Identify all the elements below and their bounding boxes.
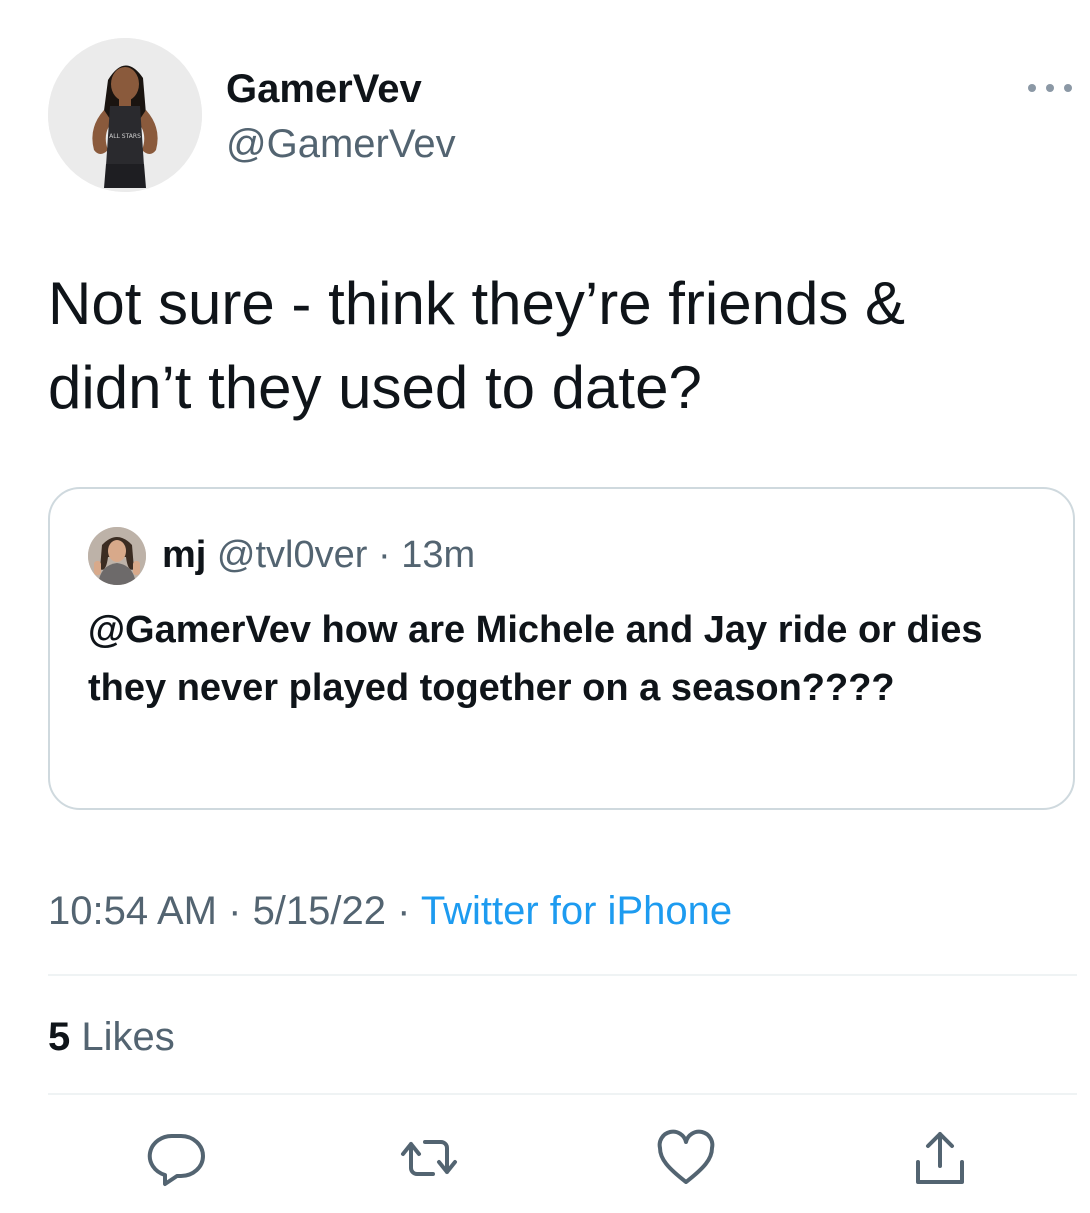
quoted-author-display-name[interactable]: mj (162, 534, 206, 576)
tweet-metadata: 10:54 AM · 5/15/22 · Twitter for iPhone (48, 886, 732, 936)
share-button[interactable] (910, 1128, 970, 1188)
quoted-tweet-header: mj @tvl0ver · 13m (162, 533, 475, 577)
quoted-header-separator: · (367, 534, 402, 576)
quoted-author-handle: @tvl0ver (216, 534, 368, 576)
quoted-tweet-card[interactable]: mj @tvl0ver · 13m @GamerVev how are Mich… (48, 487, 1075, 810)
tweet-source-link[interactable]: Twitter for iPhone (421, 889, 732, 933)
retweet-button[interactable] (399, 1128, 459, 1188)
like-icon (657, 1129, 715, 1184)
reply-icon (147, 1133, 205, 1186)
divider (48, 974, 1077, 976)
more-options-icon[interactable] (1024, 76, 1076, 100)
quoted-author-avatar[interactable] (88, 527, 146, 585)
meta-separator: · (386, 889, 421, 933)
retweet-icon (401, 1140, 457, 1176)
quoted-tweet-time: 13m (401, 534, 476, 576)
quoted-author-avatar-image (88, 527, 146, 585)
author-display-name[interactable]: GamerVev (226, 66, 422, 112)
likes-stat[interactable]: 5 Likes (48, 1012, 175, 1062)
quoted-tweet-text: @GamerVev how are Michele and Jay ride o… (88, 609, 983, 709)
likes-count: 5 (48, 1015, 71, 1059)
author-avatar-image: ALL STARS (48, 38, 202, 192)
like-button[interactable] (656, 1128, 716, 1188)
author-handle[interactable]: @GamerVev (226, 121, 456, 167)
divider (48, 1093, 1077, 1095)
meta-separator: · (217, 889, 253, 933)
author-avatar[interactable]: ALL STARS (48, 38, 202, 192)
likes-label: Likes (70, 1015, 175, 1059)
tweet-date: 5/15/22 (252, 889, 387, 933)
tweet-time: 10:54 AM (48, 889, 218, 933)
svg-text:ALL STARS: ALL STARS (109, 133, 141, 140)
reply-button[interactable] (147, 1128, 207, 1188)
share-icon (916, 1132, 964, 1184)
tweet-text: Not sure - think they’re friends & didn’… (48, 270, 906, 421)
